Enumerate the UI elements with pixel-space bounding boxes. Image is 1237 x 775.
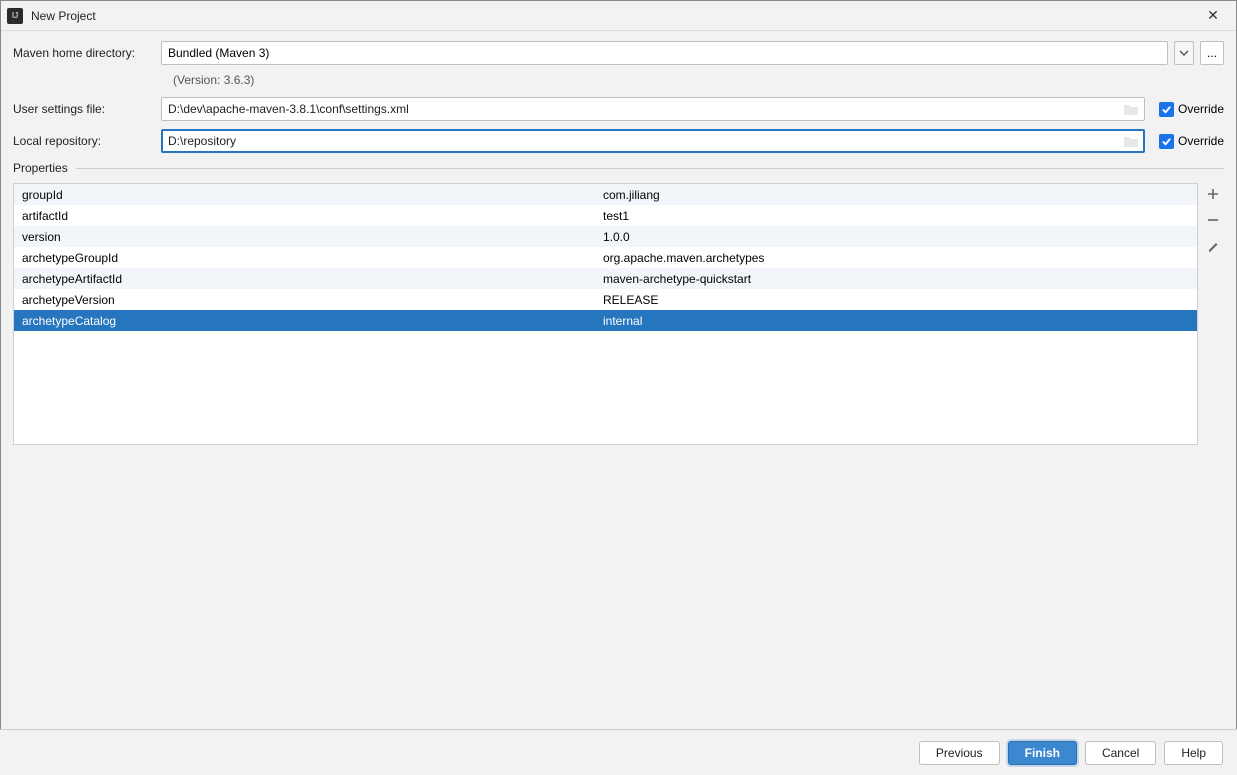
- close-icon[interactable]: ✕: [1190, 1, 1236, 31]
- user-settings-label: User settings file:: [13, 102, 161, 116]
- local-repo-override-checkbox[interactable]: [1159, 134, 1174, 149]
- properties-label: Properties: [13, 161, 76, 175]
- window-title: New Project: [31, 9, 96, 23]
- prop-value: maven-archetype-quickstart: [599, 272, 1197, 286]
- local-repo-input[interactable]: [161, 129, 1145, 153]
- prop-key: archetypeCatalog: [14, 314, 599, 328]
- chevron-down-icon[interactable]: [1174, 41, 1194, 65]
- prop-value: org.apache.maven.archetypes: [599, 251, 1197, 265]
- cancel-button[interactable]: Cancel: [1085, 741, 1156, 765]
- finish-button[interactable]: Finish: [1008, 741, 1077, 765]
- properties-header: Properties: [13, 161, 1224, 175]
- table-row[interactable]: groupIdcom.jiliang: [14, 184, 1197, 205]
- maven-home-dropdown[interactable]: Bundled (Maven 3): [161, 41, 1168, 65]
- properties-table[interactable]: groupIdcom.jiliangartifactIdtest1version…: [13, 183, 1198, 445]
- table-row[interactable]: archetypeCataloginternal: [14, 310, 1197, 331]
- prop-key: groupId: [14, 188, 599, 202]
- more-button[interactable]: ...: [1200, 41, 1224, 65]
- folder-icon[interactable]: [1123, 102, 1139, 116]
- prop-value: internal: [599, 314, 1197, 328]
- edit-icon[interactable]: [1202, 235, 1224, 257]
- table-row[interactable]: archetypeVersionRELEASE: [14, 289, 1197, 310]
- table-row[interactable]: archetypeGroupIdorg.apache.maven.archety…: [14, 247, 1197, 268]
- prop-key: archetypeGroupId: [14, 251, 599, 265]
- add-icon[interactable]: [1202, 183, 1224, 205]
- folder-icon[interactable]: [1123, 134, 1139, 148]
- table-row[interactable]: version1.0.0: [14, 226, 1197, 247]
- table-row[interactable]: artifactIdtest1: [14, 205, 1197, 226]
- footer: Previous Finish Cancel Help: [0, 729, 1237, 775]
- help-button[interactable]: Help: [1164, 741, 1223, 765]
- previous-button[interactable]: Previous: [919, 741, 1000, 765]
- user-settings-override-label: Override: [1178, 102, 1224, 116]
- prop-key: artifactId: [14, 209, 599, 223]
- remove-icon[interactable]: [1202, 209, 1224, 231]
- user-settings-input[interactable]: [161, 97, 1145, 121]
- table-row[interactable]: archetypeArtifactIdmaven-archetype-quick…: [14, 268, 1197, 289]
- prop-key: archetypeVersion: [14, 293, 599, 307]
- maven-home-value: Bundled (Maven 3): [168, 46, 269, 60]
- maven-home-label: Maven home directory:: [13, 46, 161, 60]
- local-repo-label: Local repository:: [13, 134, 161, 148]
- maven-version-text: (Version: 3.6.3): [173, 73, 1224, 87]
- prop-value: 1.0.0: [599, 230, 1197, 244]
- app-icon: IJ: [7, 8, 23, 24]
- prop-value: test1: [599, 209, 1197, 223]
- user-settings-override-checkbox[interactable]: [1159, 102, 1174, 117]
- titlebar: IJ New Project ✕: [1, 1, 1236, 31]
- prop-key: archetypeArtifactId: [14, 272, 599, 286]
- prop-value: RELEASE: [599, 293, 1197, 307]
- prop-value: com.jiliang: [599, 188, 1197, 202]
- prop-key: version: [14, 230, 599, 244]
- local-repo-override-label: Override: [1178, 134, 1224, 148]
